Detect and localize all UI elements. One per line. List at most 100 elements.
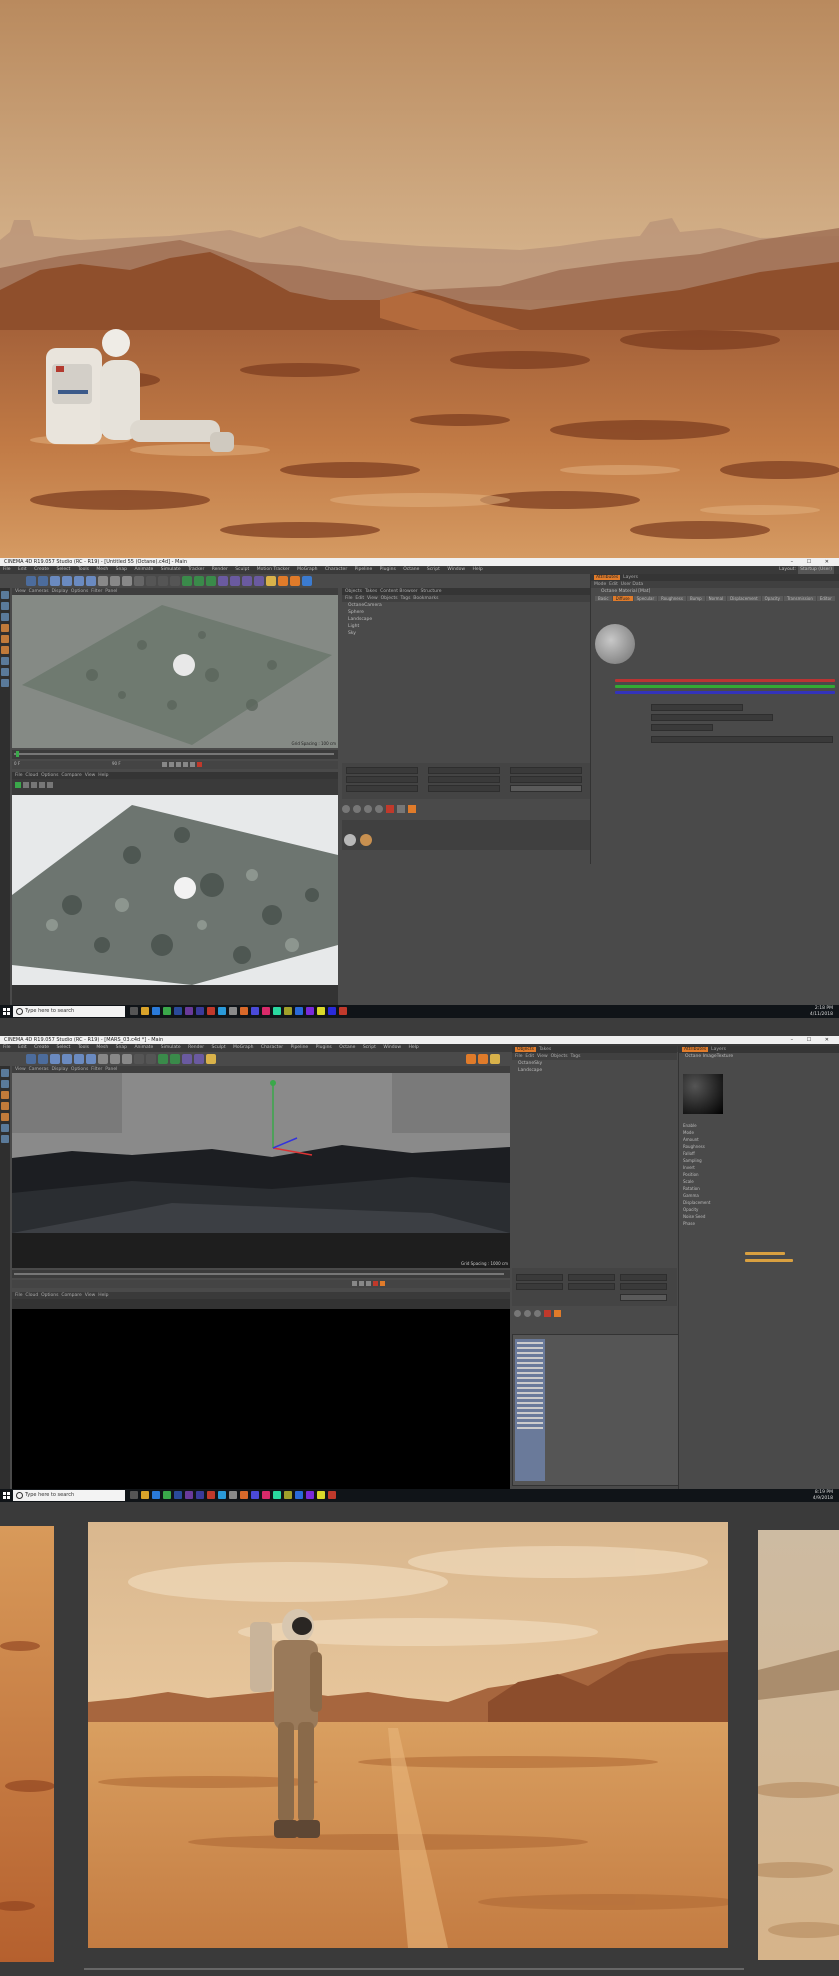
record-icon[interactable] — [373, 1281, 378, 1286]
attr-row[interactable]: Rotation — [683, 1185, 833, 1192]
lv-menu-compare[interactable]: Compare — [61, 773, 81, 778]
points-mode-icon[interactable] — [1, 624, 9, 632]
edge-icon[interactable] — [152, 1491, 160, 1499]
material-swatch[interactable] — [360, 834, 372, 846]
after-effects-icon[interactable] — [196, 1491, 204, 1499]
menu-script[interactable]: Script — [427, 567, 440, 572]
spline-icon[interactable] — [194, 576, 204, 586]
rot-h-field[interactable] — [620, 1274, 667, 1281]
om-menu-bookmarks[interactable]: Bookmarks — [413, 596, 438, 601]
attr-row[interactable]: Mode — [683, 1129, 833, 1136]
go-end-icon[interactable] — [190, 762, 195, 767]
tab-layers[interactable]: Layers — [711, 1047, 726, 1052]
menu-character[interactable]: Character — [325, 567, 347, 572]
color-r-slider[interactable] — [615, 679, 835, 682]
perspective-viewport[interactable]: View Cameras Display Options Filter Pane… — [12, 588, 338, 748]
menu-render[interactable]: Render — [212, 567, 228, 572]
oct-tex-icon[interactable] — [554, 1310, 561, 1317]
play-icon[interactable] — [176, 762, 181, 767]
light-icon[interactable] — [206, 1054, 216, 1064]
x-axis-icon[interactable] — [98, 1054, 108, 1064]
pos-x-field[interactable] — [346, 767, 418, 774]
lv-restart-icon[interactable] — [23, 782, 29, 788]
lv-send-scene-icon[interactable] — [15, 782, 21, 788]
object-item[interactable]: Sphere — [348, 609, 590, 616]
oct-sky-icon[interactable] — [534, 1310, 541, 1317]
y-axis-icon[interactable] — [110, 576, 120, 586]
oct-render-icon[interactable] — [386, 805, 394, 813]
lv-menu-file[interactable]: File — [15, 1293, 23, 1298]
menu-simulate[interactable]: Simulate — [161, 1045, 181, 1050]
object-item[interactable]: Landscape — [348, 616, 590, 623]
attr-row[interactable]: Enable — [683, 1122, 833, 1129]
om-menu-objects[interactable]: Objects — [551, 1054, 568, 1059]
live-select-icon[interactable] — [50, 576, 60, 586]
rot-h-field[interactable] — [510, 767, 582, 774]
file-explorer-icon[interactable] — [141, 1491, 149, 1499]
window-controls[interactable]: – ☐ ✕ — [791, 1036, 835, 1044]
frame-start[interactable]: 0 F — [14, 761, 20, 766]
rotate-icon[interactable] — [86, 1054, 96, 1064]
oct-sky-icon[interactable] — [364, 805, 372, 813]
viewport-menu-cameras[interactable]: Cameras — [29, 1067, 49, 1072]
attr-row[interactable]: Falloff — [683, 1150, 833, 1157]
menu-plugins[interactable]: Plugins — [316, 1045, 332, 1050]
render-view-icon[interactable] — [146, 576, 156, 586]
mat-tab-bump[interactable]: Bump — [686, 596, 705, 601]
app-icon[interactable] — [262, 1007, 270, 1015]
om-menu-tags[interactable]: Tags — [570, 1054, 580, 1059]
lv-pause-icon[interactable] — [31, 782, 37, 788]
size-y-field[interactable] — [428, 776, 500, 783]
lv-menu-view[interactable]: View — [85, 1293, 96, 1298]
app-icon[interactable] — [339, 1007, 347, 1015]
menu-animate[interactable]: Animate — [134, 1045, 153, 1050]
menu-snap[interactable]: Snap — [116, 1045, 127, 1050]
am-menu-user-data[interactable]: User Data — [621, 582, 643, 587]
deformer-icon[interactable] — [230, 576, 240, 586]
menu-file[interactable]: File — [3, 1045, 11, 1050]
premiere-icon[interactable] — [185, 1007, 193, 1015]
amount-slider[interactable] — [745, 1252, 785, 1255]
menu-tracker[interactable]: Tracker — [188, 567, 204, 572]
menu-sculpt[interactable]: Sculpt — [212, 1045, 226, 1050]
oct-camera-icon[interactable] — [375, 805, 383, 813]
viewport-menu-filter[interactable]: Filter — [91, 1067, 102, 1072]
om-menu-view[interactable]: View — [537, 1054, 548, 1059]
attr-row[interactable]: Amount — [683, 1136, 833, 1143]
viewport-menu-panel[interactable]: Panel — [105, 1067, 117, 1072]
oct-light-icon[interactable] — [524, 1310, 531, 1317]
perspective-viewport[interactable]: View Cameras Display Options Filter Pane… — [12, 1066, 510, 1268]
layout-dropdown[interactable]: Startup (User) — [798, 566, 834, 574]
window-controls[interactable]: – ☐ ✕ — [791, 558, 835, 566]
render-icon[interactable] — [146, 1054, 156, 1064]
timeline[interactable] — [12, 750, 338, 759]
menu-help[interactable]: Help — [409, 1045, 419, 1050]
om-menu-tags[interactable]: Tags — [400, 596, 410, 601]
object-item[interactable]: Light — [348, 623, 590, 630]
menu-mesh[interactable]: Mesh — [96, 567, 108, 572]
lv-menu-help[interactable]: Help — [98, 773, 108, 778]
attr-row[interactable]: Sampling — [683, 1157, 833, 1164]
menu-select[interactable]: Select — [57, 1045, 71, 1050]
windows-start-icon[interactable] — [3, 1008, 10, 1015]
rotate-icon[interactable] — [86, 576, 96, 586]
material-swatch[interactable] — [344, 834, 356, 846]
go-start-icon[interactable] — [352, 1281, 357, 1286]
node-list[interactable] — [515, 1339, 545, 1481]
viewport-menu-display[interactable]: Display — [51, 589, 68, 594]
object-item[interactable]: OctaneCamera — [348, 602, 590, 609]
color-g-slider[interactable] — [615, 685, 835, 688]
keyframe-icon[interactable] — [380, 1281, 385, 1286]
go-start-icon[interactable] — [162, 762, 167, 767]
rot-p-field[interactable] — [510, 776, 582, 783]
oct-tex-icon[interactable] — [408, 805, 416, 813]
image-strip-scrollbar[interactable] — [84, 1968, 744, 1970]
prev-key-icon[interactable] — [169, 762, 174, 767]
points-mode-icon[interactable] — [1, 1091, 9, 1099]
menu-sculpt[interactable]: Sculpt — [235, 567, 249, 572]
pos-y-field[interactable] — [516, 1283, 563, 1290]
undo-icon[interactable] — [26, 1054, 36, 1064]
python-icon[interactable] — [302, 576, 312, 586]
tab-structure[interactable]: Structure — [421, 589, 442, 594]
redo-icon[interactable] — [38, 1054, 48, 1064]
